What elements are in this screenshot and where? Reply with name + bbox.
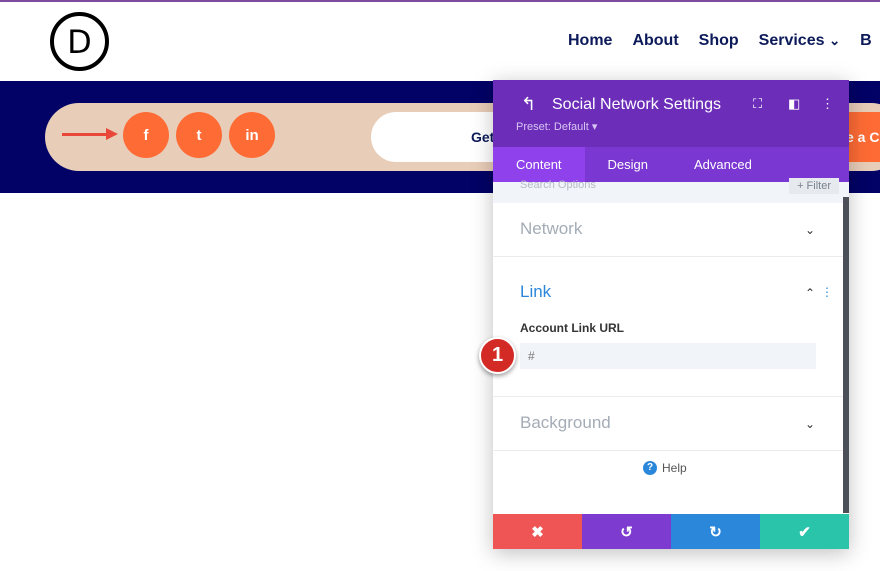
account-link-url-input[interactable]: [520, 343, 816, 369]
nav-b[interactable]: B: [860, 32, 872, 50]
modal-title: Social Network Settings: [552, 96, 721, 113]
twitter-icon[interactable]: t: [176, 112, 222, 158]
section-link: Link ⌃ ⋮ Account Link URL: [493, 257, 849, 397]
nav-shop[interactable]: Shop: [699, 32, 739, 50]
modal-tabs: Content Design Advanced: [493, 147, 849, 182]
filter-button[interactable]: + Filter: [789, 178, 839, 194]
back-icon[interactable]: ↰: [521, 94, 536, 115]
nav-services-label: Services: [758, 32, 825, 49]
arrow-icon: [62, 133, 110, 136]
search-row: Search Options + Filter: [493, 178, 849, 203]
help-link[interactable]: ? Help: [643, 461, 687, 475]
section-title[interactable]: Link: [520, 282, 551, 302]
scrollbar[interactable]: [843, 197, 849, 513]
help-label: Help: [662, 461, 687, 475]
search-input[interactable]: Search Options: [520, 179, 596, 191]
section-title: Network: [520, 219, 583, 238]
settings-modal: ↰ Social Network Settings Preset: Defaul…: [493, 80, 849, 549]
tab-advanced[interactable]: Advanced: [671, 147, 775, 182]
chevron-up-icon[interactable]: ⌃: [805, 286, 815, 300]
main-nav: Home About Shop Services ⌄ B: [568, 32, 872, 50]
arrowhead-icon: [106, 128, 118, 140]
nav-home[interactable]: Home: [568, 32, 612, 50]
field-label: Account Link URL: [520, 321, 624, 335]
more-icon[interactable]: ⋮: [821, 285, 833, 299]
site-logo[interactable]: D: [50, 12, 109, 71]
tab-design[interactable]: Design: [585, 147, 671, 182]
section-title: Background: [520, 413, 611, 432]
chevron-down-icon[interactable]: ⌄: [805, 223, 815, 237]
nav-about[interactable]: About: [632, 32, 678, 50]
chevron-down-icon: ⌄: [828, 33, 841, 48]
modal-footer: ✖ ↺ ↻ ✔: [493, 514, 849, 549]
undo-button[interactable]: ↺: [582, 514, 671, 549]
sidebar-icon[interactable]: ◧: [788, 96, 800, 112]
more-icon[interactable]: ⋮: [821, 96, 834, 112]
help-icon: ?: [643, 461, 657, 475]
step-badge: 1: [479, 337, 516, 374]
facebook-icon[interactable]: f: [123, 112, 169, 158]
section-background[interactable]: Background ⌄: [493, 397, 849, 451]
redo-button[interactable]: ↻: [671, 514, 760, 549]
chevron-down-icon[interactable]: ⌄: [805, 417, 815, 431]
modal-header: ↰ Social Network Settings Preset: Defaul…: [493, 80, 849, 147]
fullscreen-icon[interactable]: ⛶: [753, 96, 762, 112]
linkedin-icon[interactable]: in: [229, 112, 275, 158]
nav-services[interactable]: Services ⌄: [759, 32, 840, 50]
tab-content[interactable]: Content: [493, 147, 585, 182]
top-border: [0, 0, 880, 2]
cancel-button[interactable]: ✖: [493, 514, 582, 549]
save-button[interactable]: ✔: [760, 514, 849, 549]
preset-dropdown[interactable]: Preset: Default ▾: [516, 120, 597, 133]
section-network[interactable]: Network ⌄: [493, 203, 849, 257]
